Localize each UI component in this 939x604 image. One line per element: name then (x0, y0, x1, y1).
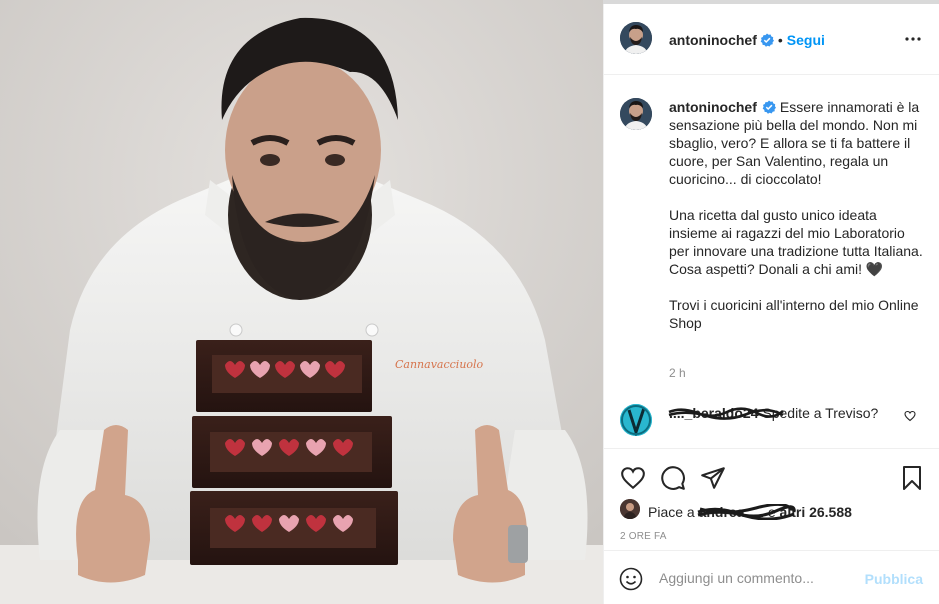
likes-prefix: Piace a (648, 504, 695, 520)
post-header: antoninochef • Segui (604, 4, 939, 75)
publish-button[interactable]: Pubblica (865, 571, 923, 587)
add-comment-input[interactable] (659, 565, 859, 591)
caption-text: Essere innamorati è la sensazione più be… (669, 99, 923, 331)
post-date[interactable]: 2 ORE FA (620, 531, 667, 542)
caption-avatar-image (620, 98, 652, 130)
follow-button[interactable]: Segui (787, 32, 825, 48)
save-bookmark-icon[interactable] (900, 465, 924, 491)
share-paper-plane-icon[interactable] (700, 465, 726, 491)
liker-avatar[interactable] (620, 499, 640, 519)
post-actions: Piace a andrea..... e altri 26.588 2 ORE… (604, 448, 939, 550)
comment-bubble-icon[interactable] (660, 465, 686, 491)
header-user-line: antoninochef • Segui (669, 32, 825, 48)
likes-redacted-user[interactable]: andrea..... (697, 504, 796, 520)
post-side-panel: antoninochef • Segui antoninochef Essere in… (603, 4, 939, 604)
author-avatar[interactable] (620, 22, 652, 54)
more-options-icon[interactable] (904, 30, 922, 48)
likes-summary: Piace a andrea..... e altri 26.588 (648, 504, 852, 520)
caption-username[interactable]: antoninochef (669, 99, 757, 115)
comment-like-heart-icon[interactable] (904, 410, 916, 422)
commenter-avatar[interactable] (620, 404, 652, 436)
jacket-brand-script: Cannavacciuolo (395, 358, 484, 371)
like-heart-icon[interactable] (620, 465, 646, 491)
caption-verified-badge-icon (762, 100, 776, 114)
likes-redaction-scribble (697, 504, 796, 520)
commenter-avatar-image (620, 404, 652, 436)
caption-avatar[interactable] (620, 98, 652, 130)
caption-timestamp[interactable]: 2 h (669, 366, 686, 380)
header-separator: • (777, 32, 783, 48)
post-photo: Cannavacciuolo (0, 0, 603, 604)
redaction-scribble (668, 407, 784, 420)
add-comment-bar: Pubblica (604, 550, 939, 604)
post-caption: antoninochef Essere innamorati è la sensa… (669, 98, 924, 332)
comment-item: ...._beraldo24 Spedite a Treviso? (668, 404, 894, 422)
author-avatar-image (620, 22, 652, 54)
header-username[interactable]: antoninochef (669, 32, 757, 48)
emoji-smiley-icon[interactable] (619, 567, 643, 591)
liker-avatar-image (620, 499, 640, 519)
verified-badge-icon (760, 33, 774, 47)
comment-username[interactable]: ...._beraldo24 (668, 405, 784, 421)
